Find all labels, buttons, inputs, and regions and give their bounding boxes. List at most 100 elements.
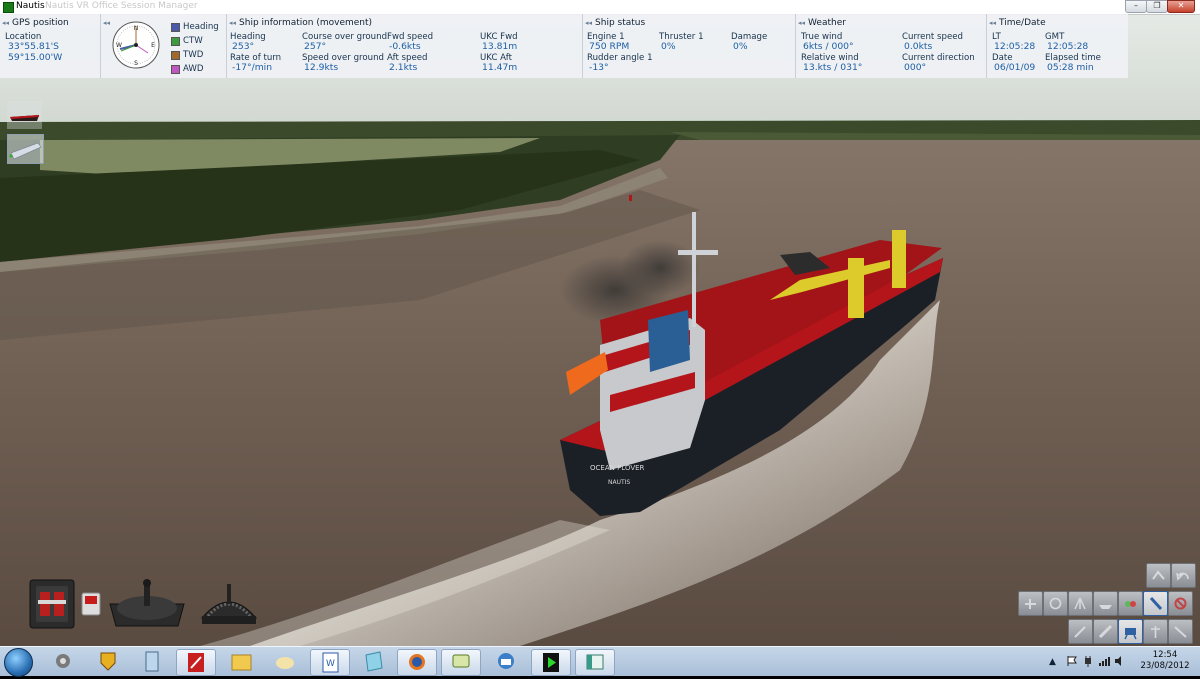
taskbar-settings-app[interactable] <box>44 649 82 674</box>
status-panel-header[interactable]: ◂◂ Ship status <box>585 18 645 28</box>
current-direction-value: 000° <box>904 62 927 73</box>
firefox-icon <box>409 654 425 670</box>
local-time-value: 12:05:28 <box>994 41 1036 52</box>
taskbar-window-app[interactable] <box>575 649 615 676</box>
ukc-fwd-value: 13.81m <box>482 41 518 52</box>
camera-view-5-button[interactable] <box>1118 591 1143 616</box>
crane-icon <box>1074 626 1086 638</box>
maximize-button[interactable]: ❐ <box>1146 0 1168 13</box>
awd-swatch-icon <box>171 65 180 74</box>
time-panel-header[interactable]: ◂◂ Time/Date <box>989 18 1046 28</box>
chat-icon <box>452 654 470 668</box>
gps-header-label: GPS position <box>12 18 69 28</box>
taskbar-firefox-app[interactable] <box>397 649 437 676</box>
thruster-control[interactable] <box>198 582 260 626</box>
window-title-bar: Nautis Nautis VR Office Session Manager … <box>0 0 1200 15</box>
relative-wind-value: 13.kts / 031° <box>803 62 863 73</box>
taskbar-chat-app[interactable] <box>441 649 481 676</box>
status-header-label: Ship status <box>595 18 646 28</box>
ship-side-view-thumbnail[interactable] <box>7 101 42 129</box>
camera-rotate-button[interactable] <box>1146 563 1171 588</box>
taskbar-shield-app[interactable] <box>89 649 127 674</box>
camera-view-9-button[interactable] <box>1093 619 1118 644</box>
weather-header-label: Weather <box>808 18 846 28</box>
taskbar-cloud-app[interactable] <box>266 649 304 674</box>
movement-panel-header[interactable]: ◂◂ Ship information (movement) <box>229 18 372 28</box>
collapse-chevron-icon[interactable]: ◂◂ <box>798 19 805 27</box>
camera-view-3-button[interactable] <box>1068 591 1093 616</box>
damage-value: 0% <box>733 41 748 52</box>
heading-swatch-icon <box>171 23 180 32</box>
no-entry-icon <box>1174 597 1187 610</box>
camera-view-12-button[interactable] <box>1168 619 1193 644</box>
movement-panel: ◂◂ Ship information (movement) Heading 25… <box>227 14 583 78</box>
elapsed-time-value: 05:28 min <box>1047 62 1094 73</box>
compass-panel: ◂◂ N S E W Heading CTW TWD AWD <box>101 14 227 78</box>
collapse-chevron-icon[interactable]: ◂◂ <box>989 19 996 27</box>
calculator-icon <box>145 651 159 672</box>
radar-icon <box>1049 597 1062 610</box>
camera-undo-button[interactable] <box>1171 563 1196 588</box>
play-icon <box>543 653 559 672</box>
legend-heading: Heading <box>183 22 219 32</box>
collapse-chevron-icon[interactable]: ◂◂ <box>229 19 236 27</box>
cloud-icon <box>276 657 294 669</box>
ship-hull-name: OCEAN PLOVER <box>590 464 645 472</box>
window-title: Nautis <box>16 1 45 11</box>
rudder-wheel-control[interactable] <box>108 578 186 628</box>
legend-twd: TWD <box>183 50 204 60</box>
latitude-value: 33°55.81'S <box>8 41 59 52</box>
minimize-button[interactable]: – <box>1125 0 1147 13</box>
action-center-flag-icon[interactable] <box>1066 655 1078 667</box>
camera-view-6-button[interactable] <box>1143 591 1168 616</box>
aft-speed-value: 2.1kts <box>389 62 418 73</box>
camera-view-2-button[interactable] <box>1043 591 1068 616</box>
taskbar-word-app[interactable]: W <box>310 649 350 676</box>
ship-top-view-thumbnail[interactable] <box>7 134 44 164</box>
3d-scene-view[interactable]: OCEAN PLOVER NAUTIS <box>0 0 1200 675</box>
date-value: 06/01/09 <box>994 62 1036 73</box>
tray-show-hidden-icon[interactable]: ▲ <box>1049 657 1056 667</box>
taskbar-calculator-app[interactable] <box>133 649 171 674</box>
taskbar-nautis-app[interactable] <box>531 649 571 676</box>
rate-of-turn-value: -17°/min <box>232 62 273 73</box>
camera-view-1-button[interactable] <box>1018 591 1043 616</box>
taskbar-thunderbird-app[interactable] <box>487 649 525 674</box>
wand-icon <box>1149 596 1163 611</box>
camera-view-10-button[interactable] <box>1118 619 1143 644</box>
time-date-panel: ◂◂ Time/Date LT 12:05:28 Date 06/01/09 GM… <box>987 14 1127 78</box>
thruster-value: 0% <box>661 41 676 52</box>
taskbar-notepad-app[interactable] <box>354 649 392 674</box>
camera-view-8-button[interactable] <box>1068 619 1093 644</box>
heading-value: 253° <box>232 41 255 52</box>
start-orb-button[interactable] <box>4 648 33 677</box>
close-button[interactable]: ✕ <box>1167 0 1195 13</box>
volume-speaker-icon[interactable] <box>1114 655 1126 667</box>
engine-telegraph-control[interactable] <box>28 578 76 630</box>
emergency-stop-button[interactable] <box>81 592 101 616</box>
camera-view-7-button[interactable] <box>1168 591 1193 616</box>
collapse-chevron-icon[interactable]: ◂◂ <box>585 19 592 27</box>
fwd-speed-value: -0.6kts <box>389 41 421 52</box>
ship-port-name: NAUTIS <box>608 479 630 486</box>
taskbar-acrobat-app[interactable] <box>176 649 216 676</box>
mast-icon <box>1151 626 1160 638</box>
settings-gear-icon <box>56 654 70 668</box>
power-plug-icon[interactable] <box>1082 655 1094 667</box>
camera-view-11-button[interactable] <box>1143 619 1168 644</box>
tripod-icon <box>1074 597 1086 610</box>
time-header-label: Time/Date <box>999 18 1046 28</box>
collapse-chevron-icon[interactable]: ◂◂ <box>2 19 9 27</box>
svg-text:W: W <box>326 659 335 669</box>
camera-view-4-button[interactable] <box>1093 591 1118 616</box>
weather-panel-header[interactable]: ◂◂ Weather <box>798 18 846 28</box>
compass-rose-icon: N S E W <box>112 21 160 69</box>
collapse-chevron-icon[interactable]: ◂◂ <box>103 19 110 27</box>
system-clock[interactable]: 12:54 23/08/2012 <box>1134 650 1196 672</box>
ukc-aft-value: 11.47m <box>482 62 518 73</box>
compass-south-label: S <box>134 60 138 67</box>
engine-value: 750 RPM <box>589 41 630 52</box>
network-signal-icon[interactable] <box>1098 655 1110 667</box>
taskbar-folder-app[interactable] <box>222 649 260 674</box>
gps-panel-header[interactable]: ◂◂ GPS position <box>2 18 69 28</box>
